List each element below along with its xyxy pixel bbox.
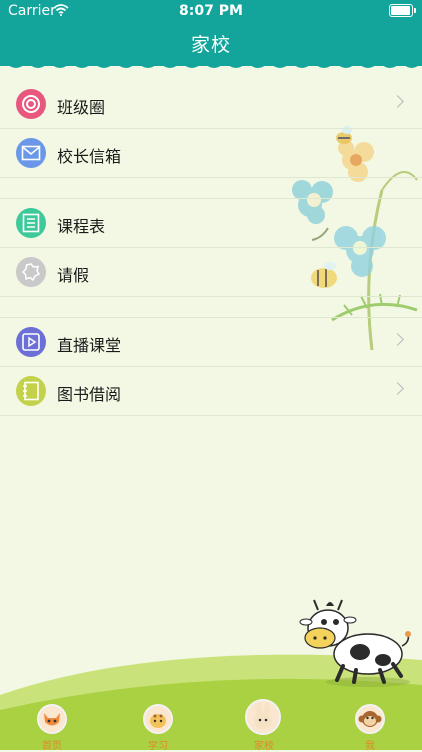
fox-icon: [37, 704, 67, 734]
section-gap: [0, 178, 422, 199]
rabbit-icon: [245, 699, 281, 735]
header-scallop-edge: [0, 56, 422, 68]
tab-me[interactable]: 我: [330, 698, 410, 752]
notebook-icon: [16, 376, 46, 406]
envelope-icon: [16, 138, 46, 168]
chevron-right-icon: [391, 382, 404, 395]
play-icon: [16, 327, 46, 357]
calendar-grid-icon: [16, 208, 46, 238]
section-gap: [0, 297, 422, 318]
tab-home[interactable]: 首页: [12, 698, 92, 752]
giraffe-icon: [143, 704, 173, 734]
menu-item-label: 请假: [57, 266, 90, 285]
menu-item-class-circle[interactable]: 班级圈: [0, 80, 422, 129]
badge-icon: [16, 257, 46, 287]
monkey-icon: [355, 704, 385, 734]
menu-item-book-borrowing[interactable]: 图书借阅: [0, 367, 422, 416]
menu-item-label: 课程表: [57, 217, 106, 236]
circle-target-icon: [16, 89, 46, 119]
menu-item-label: 图书借阅: [57, 385, 122, 404]
tab-study[interactable]: 学习: [118, 698, 198, 752]
menu-item-label: 校长信箱: [57, 147, 122, 166]
tab-home-school[interactable]: 家校: [224, 698, 304, 752]
menu-item-leave[interactable]: 请假: [0, 248, 422, 297]
menu-item-label: 直播课堂: [57, 336, 122, 355]
chevron-right-icon: [391, 95, 404, 108]
status-bar: Carrier 8:07 PM: [0, 0, 422, 22]
menu-item-principal-mailbox[interactable]: 校长信箱: [0, 129, 422, 178]
chevron-right-icon: [391, 333, 404, 346]
page-title: 家校: [190, 34, 231, 56]
menu-item-live-class[interactable]: 直播课堂: [0, 318, 422, 367]
menu-item-label: 班级圈: [57, 98, 106, 117]
menu-item-timetable[interactable]: 课程表: [0, 199, 422, 248]
status-time: 8:07 PM: [179, 3, 243, 19]
battery-icon: [389, 4, 416, 17]
tab-bar: 首页 学习 家校 我: [0, 698, 422, 752]
menu-list: 班级圈 校长信箱 课程表 请假 直播课堂 图书借阅: [0, 80, 422, 416]
cow-mascot: [299, 599, 411, 687]
